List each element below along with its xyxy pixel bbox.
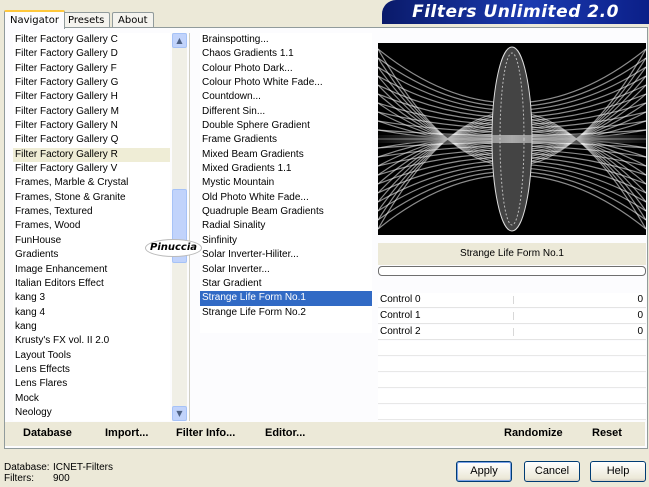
category-list-item[interactable]: Filter Factory Gallery D [13, 47, 170, 61]
empty-control-row [378, 405, 646, 420]
action-link-bar: Database Import... Filter Info... Editor… [5, 422, 645, 446]
filter-list-item[interactable]: Strange Life Form No.2 [200, 306, 372, 320]
category-scrollbar[interactable]: ▲ ▼ [172, 33, 187, 421]
apply-button[interactable]: Apply [456, 461, 512, 482]
slider-tick [513, 296, 514, 304]
filter-list-item[interactable]: Old Photo White Fade... [200, 191, 372, 205]
filter-list-item[interactable]: Colour Photo White Fade... [200, 76, 372, 90]
filter-list-item[interactable]: Frame Gradients [200, 133, 372, 147]
category-list-item[interactable]: Filter Factory Gallery H [13, 90, 170, 104]
category-list-item[interactable]: Filter Factory Gallery G [13, 76, 170, 90]
category-list-item[interactable]: Frames, Wood [13, 219, 170, 233]
preview-pattern-graphic [378, 43, 646, 235]
filters-label: Filters: [4, 473, 34, 484]
category-list-item[interactable]: Frames, Stone & Granite [13, 191, 170, 205]
category-list-item[interactable]: Neology [13, 406, 170, 420]
category-list-item[interactable]: Filter Factory Gallery R [13, 147, 170, 163]
control-value: 0 [637, 294, 643, 305]
control-label: Control 0 [380, 294, 421, 305]
control-value: 0 [637, 310, 643, 321]
filter-list-item[interactable]: Mystic Mountain [200, 176, 372, 190]
filter-list-item[interactable]: Sinfinity [200, 234, 372, 248]
watermark-stamp: Pinuccia [145, 239, 202, 257]
category-list-item[interactable]: Filter Factory Gallery C [13, 33, 170, 47]
editor-link[interactable]: Editor... [265, 427, 305, 439]
category-list-item[interactable]: kang 3 [13, 291, 170, 305]
filter-list[interactable]: Brainspotting... Chaos Gradients 1.1 Colou… [200, 33, 372, 333]
category-list-item[interactable]: Filter Factory Gallery Q [13, 133, 170, 147]
tab-presets[interactable]: Presets [62, 12, 111, 28]
category-list-item[interactable]: Filter Factory Gallery M [13, 105, 170, 119]
category-list-item[interactable]: kang [13, 320, 170, 334]
filter-list-item[interactable]: Solar Inverter-Hiliter... [200, 248, 372, 262]
slider-tick [513, 312, 514, 320]
selected-filter-name: Strange Life Form No.1 [378, 243, 646, 265]
empty-control-row [378, 341, 646, 356]
category-list-item[interactable]: Lens Flares [13, 377, 170, 391]
help-button[interactable]: Help [590, 461, 646, 482]
empty-control-row [378, 389, 646, 404]
category-list-item[interactable]: Lens Effects [13, 363, 170, 377]
control-label: Control 2 [380, 326, 421, 337]
category-list-item[interactable]: kang 4 [13, 306, 170, 320]
filter-list-item[interactable]: Quadruple Beam Gradients [200, 205, 372, 219]
filter-list-item[interactable]: Chaos Gradients 1.1 [200, 47, 372, 61]
app-title-banner: Filters Unlimited 2.0 [382, 0, 649, 24]
filter-list-item[interactable]: Mixed Beam Gradients [200, 148, 372, 162]
category-list-item[interactable]: Frames, Marble & Crystal [13, 176, 170, 190]
database-link[interactable]: Database [23, 427, 72, 439]
import-link[interactable]: Import... [105, 427, 148, 439]
category-list-item[interactable]: Filter Factory Gallery V [13, 162, 170, 176]
slider-tick [513, 328, 514, 336]
category-list-item[interactable]: Layout Tools [13, 349, 170, 363]
category-list-item[interactable]: Frames, Textured [13, 205, 170, 219]
cancel-button[interactable]: Cancel [524, 461, 580, 482]
filter-list-item[interactable]: Different Sin... [200, 105, 372, 119]
filter-info-link[interactable]: Filter Info... [176, 427, 235, 439]
filter-list-item[interactable]: Countdown... [200, 90, 372, 104]
scroll-up-icon[interactable]: ▲ [172, 33, 187, 48]
filters-count: 900 [53, 473, 70, 484]
empty-control-row [378, 357, 646, 372]
control-row[interactable]: Control 2 0 [378, 325, 646, 340]
filter-list-item[interactable]: Mixed Gradients 1.1 [200, 162, 372, 176]
category-list-item[interactable]: Image Enhancement [13, 263, 170, 277]
category-list-item[interactable]: Mock [13, 392, 170, 406]
filter-list-item[interactable]: Brainspotting... [200, 33, 372, 47]
filter-list-item[interactable]: Colour Photo Dark... [200, 62, 372, 76]
list-divider [189, 33, 190, 421]
filter-list-item[interactable]: Star Gradient [200, 277, 372, 291]
control-label: Control 1 [380, 310, 421, 321]
reset-button[interactable]: Reset [592, 427, 622, 439]
progress-bar [378, 266, 646, 276]
scroll-down-icon[interactable]: ▼ [172, 406, 187, 421]
category-list-item[interactable]: Italian Editors Effect [13, 277, 170, 291]
category-list-item[interactable]: Krusty's FX vol. II 2.0 [13, 334, 170, 348]
database-label: Database: [4, 462, 50, 473]
database-info: Database: ICNET-Filters Filters: 900 [4, 462, 113, 484]
database-value: ICNET-Filters [53, 462, 113, 473]
filter-list-item[interactable]: Radial Sinality [200, 219, 372, 233]
filter-preview-image [378, 43, 646, 235]
filter-list-item[interactable]: Strange Life Form No.1 [200, 291, 372, 306]
tab-about[interactable]: About [112, 12, 154, 28]
empty-control-row [378, 373, 646, 388]
randomize-button[interactable]: Randomize [504, 427, 563, 439]
control-row[interactable]: Control 0 0 [378, 293, 646, 308]
control-row[interactable]: Control 1 0 [378, 309, 646, 324]
filter-list-item[interactable]: Double Sphere Gradient [200, 119, 372, 133]
control-value: 0 [637, 326, 643, 337]
category-list-item[interactable]: Filter Factory Gallery N [13, 119, 170, 133]
category-list-item[interactable]: Filter Factory Gallery F [13, 62, 170, 76]
category-list[interactable]: Filter Factory Gallery C Filter Factory G… [13, 33, 170, 421]
filter-list-item[interactable]: Solar Inverter... [200, 263, 372, 277]
tab-navigator[interactable]: Navigator [4, 10, 65, 29]
